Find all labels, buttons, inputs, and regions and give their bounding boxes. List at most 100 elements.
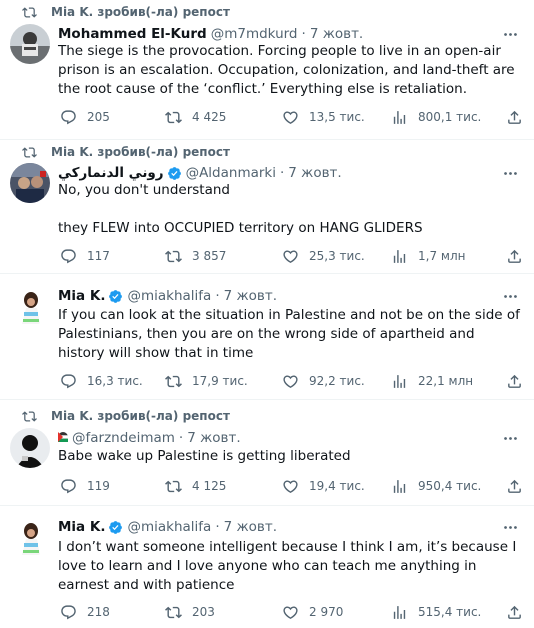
tweet-date[interactable]: 7 жовт. <box>224 519 277 535</box>
share-button[interactable] <box>504 246 524 266</box>
views-icon <box>391 478 408 495</box>
tweet-text: The siege is the provocation. Forcing pe… <box>58 43 519 97</box>
views-button[interactable]: 515,4 тис. <box>391 602 481 622</box>
more-options-button[interactable] <box>500 428 520 448</box>
repost-button[interactable]: 17,9 тис. <box>165 371 248 391</box>
view-count: 950,4 тис. <box>418 479 482 493</box>
share-button[interactable] <box>504 476 524 496</box>
repost-button[interactable]: 4 125 <box>165 476 226 496</box>
tweet-text: Babe wake up Palestine is getting libera… <box>58 448 351 464</box>
verified-icon <box>108 520 123 535</box>
like-count: 19,4 тис. <box>309 479 365 493</box>
share-icon <box>506 109 523 126</box>
tweet[interactable]: Mia K. зробив(-ла) репост روني الدنماركي… <box>0 140 534 274</box>
views-button[interactable]: 800,1 тис. <box>391 107 481 127</box>
tweet-text: No, you don't understand they FLEW into … <box>58 182 423 236</box>
tweet[interactable]: Mia K. @miakhalifa · 7 жовт. If you can … <box>0 274 534 400</box>
share-icon <box>506 373 523 390</box>
like-button[interactable]: 92,2 тис. <box>282 371 365 391</box>
separator-dot: · <box>178 430 184 446</box>
repost-indicator[interactable]: Mia K. зробив(-ла) репост <box>22 3 230 21</box>
tweet-actions: 117 3 857 25,3 тис. 1,7 млн <box>58 246 524 266</box>
tweet-header: @farzndeimam · 7 жовт. <box>58 428 494 448</box>
repost-button[interactable]: 3 857 <box>165 246 226 266</box>
more-icon <box>502 288 519 305</box>
tweet-date[interactable]: 7 жовт. <box>187 430 240 446</box>
palestine-flag-icon <box>58 430 68 446</box>
view-count: 800,1 тис. <box>418 110 482 124</box>
share-icon <box>506 478 523 495</box>
author-handle[interactable]: @Aldanmarki <box>186 165 276 181</box>
like-button[interactable]: 2 970 <box>282 602 343 622</box>
author-name[interactable]: Mia K. <box>58 288 105 304</box>
share-button[interactable] <box>504 602 524 622</box>
reply-button[interactable]: 117 <box>60 246 110 266</box>
like-icon <box>282 478 299 495</box>
separator-dot: · <box>215 519 220 535</box>
more-icon <box>502 165 519 182</box>
author-handle[interactable]: @miakhalifa <box>127 519 211 535</box>
avatar[interactable] <box>10 24 50 64</box>
reply-button[interactable]: 16,3 тис. <box>60 371 143 391</box>
more-options-button[interactable] <box>500 286 520 306</box>
repost-label: Mia K. зробив(-ла) репост <box>51 145 230 159</box>
tweet-actions: 218 203 2 970 515,4 тис. <box>58 602 524 622</box>
tweet[interactable]: Mia K. @miakhalifa · 7 жовт. I don’t wan… <box>0 506 534 628</box>
tweet[interactable]: Mia K. зробив(-ла) репост @farzndeimam ·… <box>0 400 534 506</box>
tweet-text: If you can look at the situation in Pale… <box>58 307 525 361</box>
views-icon <box>391 109 408 126</box>
tweet-date[interactable]: 7 жовт. <box>224 288 277 304</box>
like-button[interactable]: 13,5 тис. <box>282 107 365 127</box>
avatar[interactable] <box>10 428 50 468</box>
like-icon <box>282 604 299 621</box>
reply-button[interactable]: 205 <box>60 107 110 127</box>
repost-icon <box>22 5 37 20</box>
avatar[interactable] <box>10 286 50 326</box>
author-name[interactable]: Mia K. <box>58 519 105 535</box>
reply-button[interactable]: 218 <box>60 602 110 622</box>
tweet-date[interactable]: 7 жовт. <box>288 165 341 181</box>
more-options-button[interactable] <box>500 163 520 183</box>
reply-icon <box>60 109 77 126</box>
author-handle[interactable]: @miakhalifa <box>127 288 211 304</box>
repost-indicator[interactable]: Mia K. зробив(-ла) репост <box>22 143 230 161</box>
repost-count: 4 425 <box>192 110 227 124</box>
reply-icon <box>60 373 77 390</box>
like-button[interactable]: 25,3 тис. <box>282 246 365 266</box>
views-icon <box>391 373 408 390</box>
repost-count: 4 125 <box>192 479 227 493</box>
repost-count: 17,9 тис. <box>192 374 248 388</box>
repost-button[interactable]: 4 425 <box>165 107 226 127</box>
repost-indicator[interactable]: Mia K. зробив(-ла) репост <box>22 407 230 425</box>
reply-icon <box>60 604 77 621</box>
reply-count: 117 <box>87 249 110 263</box>
views-button[interactable]: 22,1 млн <box>391 371 473 391</box>
share-button[interactable] <box>504 371 524 391</box>
repost-icon <box>22 145 37 160</box>
views-button[interactable]: 1,7 млн <box>391 246 465 266</box>
tweet-header: روني الدنماركي @Aldanmarki · 7 жовт. <box>58 163 494 183</box>
verified-icon <box>167 166 182 181</box>
share-icon <box>506 248 523 265</box>
reply-button[interactable]: 119 <box>60 476 110 496</box>
author-name[interactable]: Mohammed El-Kurd <box>58 26 207 42</box>
tweet-actions: 205 4 425 13,5 тис. 800,1 тис. <box>58 107 524 127</box>
like-icon <box>282 248 299 265</box>
tweet[interactable]: Mia K. зробив(-ла) репост Mohammed El-Ku… <box>0 0 534 140</box>
like-icon <box>282 373 299 390</box>
tweet-header: Mohammed El-Kurd @m7mdkurd · 7 жовт. <box>58 24 494 44</box>
like-button[interactable]: 19,4 тис. <box>282 476 365 496</box>
author-handle[interactable]: @farzndeimam <box>72 430 175 446</box>
more-options-button[interactable] <box>500 24 520 44</box>
avatar[interactable] <box>10 517 50 557</box>
more-options-button[interactable] <box>500 517 520 537</box>
repost-button[interactable]: 203 <box>165 602 215 622</box>
avatar[interactable] <box>10 163 50 203</box>
tweet-date[interactable]: 7 жовт. <box>310 26 363 42</box>
share-button[interactable] <box>504 107 524 127</box>
tweet-header: Mia K. @miakhalifa · 7 жовт. <box>58 517 494 537</box>
views-button[interactable]: 950,4 тис. <box>391 476 481 496</box>
views-icon <box>391 604 408 621</box>
author-name[interactable]: روني الدنماركي <box>58 165 164 181</box>
author-handle[interactable]: @m7mdkurd <box>211 26 298 42</box>
